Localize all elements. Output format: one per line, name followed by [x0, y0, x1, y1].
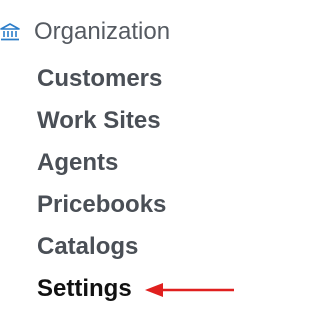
nav-item-customers[interactable]: Customers	[37, 64, 166, 106]
organization-nav-list: Customers Work Sites Agents Pricebooks C…	[37, 64, 166, 316]
nav-item-agents[interactable]: Agents	[37, 148, 166, 190]
section-title: Organization	[34, 18, 171, 45]
nav-item-work-sites[interactable]: Work Sites	[37, 106, 166, 148]
nav-item-pricebooks[interactable]: Pricebooks	[37, 190, 166, 232]
nav-item-catalogs[interactable]: Catalogs	[37, 232, 166, 274]
bank-icon	[0, 23, 20, 41]
red-arrow-icon	[145, 283, 234, 297]
